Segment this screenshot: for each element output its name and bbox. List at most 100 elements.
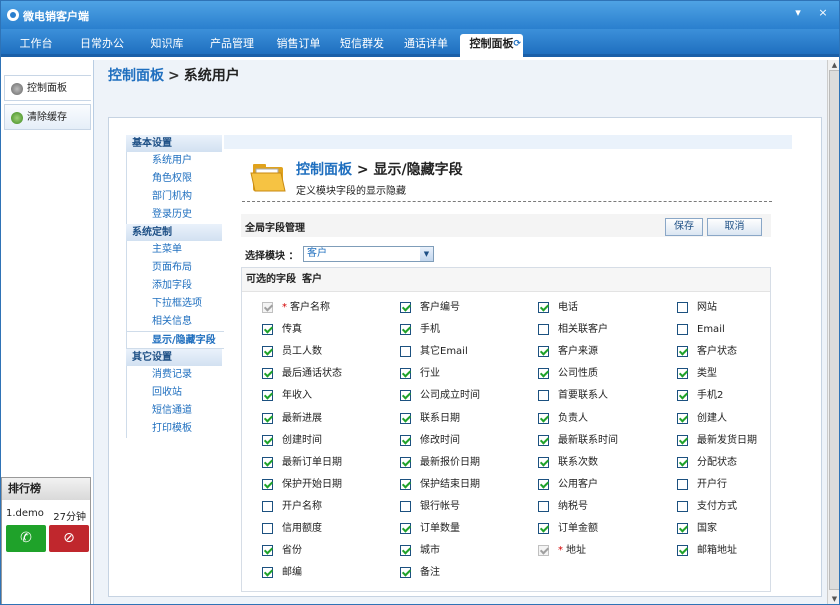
nav-tab-label: 销售订单 xyxy=(276,37,321,50)
submenu-item[interactable]: 页面布局 xyxy=(126,259,222,277)
field-checkbox[interactable] xyxy=(538,434,549,446)
submenu-item[interactable]: 下拉框选项 xyxy=(126,295,222,313)
nav-tab[interactable]: 短信群发 xyxy=(331,34,393,57)
field-checkbox[interactable] xyxy=(400,567,411,579)
submenu-item[interactable]: 角色权限 xyxy=(126,170,222,188)
field-checkbox[interactable] xyxy=(262,368,273,380)
nav-tab[interactable]: 销售订单 xyxy=(267,34,330,57)
save-button[interactable]: 保存 xyxy=(665,218,703,236)
submenu-item[interactable]: 显示/隐藏字段 xyxy=(126,331,226,349)
nav-tab[interactable]: 控制面板 ⟳ xyxy=(460,34,523,57)
nav-tab[interactable]: 产品管理 xyxy=(198,34,266,57)
field-checkbox[interactable] xyxy=(400,346,411,358)
field-checkbox[interactable] xyxy=(400,523,411,534)
minimize-button[interactable]: ▾ xyxy=(791,6,805,20)
field-checkbox[interactable] xyxy=(400,368,411,380)
field-checkbox[interactable] xyxy=(677,545,688,557)
phone-hangup-icon: ⊘ xyxy=(63,530,75,546)
field-checkbox[interactable] xyxy=(538,324,549,336)
submenu-item[interactable]: 添加字段 xyxy=(126,277,222,295)
cancel-button[interactable]: 取消 xyxy=(707,218,762,236)
field-checkbox[interactable] xyxy=(262,523,273,534)
field-checkbox[interactable] xyxy=(677,346,688,358)
field-checkbox[interactable] xyxy=(677,456,688,468)
global-field-label: 全局字段管理 xyxy=(245,223,305,234)
field-checkbox[interactable] xyxy=(677,412,688,424)
field-label: 最新进展 xyxy=(282,412,322,424)
field-label: 手机 xyxy=(420,324,440,336)
field-checkbox[interactable] xyxy=(262,390,273,402)
submenu-item[interactable]: 短信通道 xyxy=(126,402,222,420)
scroll-thumb[interactable] xyxy=(829,70,839,590)
field-checkbox[interactable] xyxy=(400,390,411,402)
field-checkbox[interactable] xyxy=(538,412,549,424)
field-checkbox[interactable] xyxy=(677,302,688,313)
field-checkbox[interactable] xyxy=(538,500,549,512)
refresh-icon[interactable]: ⟳ xyxy=(513,34,521,54)
nav-tab[interactable]: 日常办公 xyxy=(68,34,136,57)
nav-tab[interactable]: 知识库 xyxy=(137,34,197,57)
field-checkbox[interactable] xyxy=(262,478,273,490)
scroll-up-icon[interactable]: ▲ xyxy=(830,61,839,70)
field-checkbox[interactable] xyxy=(538,523,549,534)
hangup-button[interactable]: ⊘ xyxy=(49,525,89,552)
field-checkbox[interactable] xyxy=(677,478,688,490)
field-checkbox[interactable] xyxy=(677,324,688,336)
field-option: 手机 xyxy=(400,323,440,337)
field-label: 创建时间 xyxy=(282,434,322,446)
field-checkbox[interactable] xyxy=(400,545,411,557)
field-checkbox[interactable] xyxy=(677,500,688,512)
field-checkbox[interactable] xyxy=(538,390,549,402)
sidebar-tab-control-panel[interactable]: 控制面板 xyxy=(4,75,91,101)
field-option: 传真 xyxy=(262,323,302,337)
breadcrumb: 控制面板 > 系统用户 xyxy=(108,65,240,85)
field-checkbox[interactable] xyxy=(538,368,549,380)
field-checkbox[interactable] xyxy=(400,500,411,512)
field-checkbox[interactable] xyxy=(538,302,549,313)
submenu-item[interactable]: 打印模板 xyxy=(126,420,222,438)
field-checkbox[interactable] xyxy=(400,302,411,313)
field-checkbox[interactable] xyxy=(538,346,549,358)
nav-tab[interactable]: 工作台 xyxy=(6,34,66,57)
field-checkbox[interactable] xyxy=(400,456,411,468)
field-checkbox[interactable] xyxy=(262,500,273,512)
sidebar-tab-clear-cache[interactable]: 清除缓存 xyxy=(4,104,91,130)
page-title-root[interactable]: 控制面板 xyxy=(296,162,352,178)
field-label: 客户名称 xyxy=(290,302,330,313)
field-checkbox[interactable] xyxy=(262,434,273,446)
field-checkbox[interactable] xyxy=(262,412,273,424)
field-checkbox[interactable] xyxy=(400,434,411,446)
field-checkbox[interactable] xyxy=(400,324,411,336)
close-button[interactable]: × xyxy=(816,6,830,20)
scroll-down-icon[interactable]: ▼ xyxy=(830,595,839,604)
submenu-item[interactable]: 相关信息 xyxy=(126,313,222,331)
field-checkbox[interactable] xyxy=(262,545,273,557)
breadcrumb-root[interactable]: 控制面板 xyxy=(108,68,164,84)
field-checkbox[interactable] xyxy=(400,478,411,490)
field-checkbox[interactable] xyxy=(400,412,411,424)
submenu-item[interactable]: 部门机构 xyxy=(126,188,222,206)
submenu-item[interactable]: 登录历史 xyxy=(126,206,222,224)
vertical-scrollbar[interactable]: ▲ ▼ xyxy=(827,60,839,604)
field-checkbox[interactable] xyxy=(538,456,549,468)
field-checkbox[interactable] xyxy=(677,523,688,534)
submenu-item[interactable]: 主菜单 xyxy=(126,241,222,259)
field-label: 保护开始日期 xyxy=(282,478,342,490)
call-button[interactable]: ✆ xyxy=(6,525,46,552)
nav-tab[interactable]: 通话详单 xyxy=(394,34,458,57)
field-checkbox[interactable] xyxy=(677,368,688,380)
breadcrumb-current: 系统用户 xyxy=(183,68,240,84)
submenu-item[interactable]: 回收站 xyxy=(126,384,222,402)
field-checkbox[interactable] xyxy=(262,456,273,468)
field-checkbox[interactable] xyxy=(262,346,273,358)
field-checkbox[interactable] xyxy=(262,324,273,336)
module-select[interactable]: 客户 ▼ xyxy=(303,246,434,262)
field-checkbox[interactable] xyxy=(262,567,273,579)
chevron-down-icon[interactable]: ▼ xyxy=(420,247,433,261)
field-checkbox[interactable] xyxy=(677,390,688,402)
submenu-item[interactable]: 系统用户 xyxy=(126,152,222,170)
field-option: 支付方式 xyxy=(677,500,737,514)
submenu-item[interactable]: 消费记录 xyxy=(126,366,222,384)
field-checkbox[interactable] xyxy=(538,478,549,490)
field-checkbox[interactable] xyxy=(677,434,688,446)
